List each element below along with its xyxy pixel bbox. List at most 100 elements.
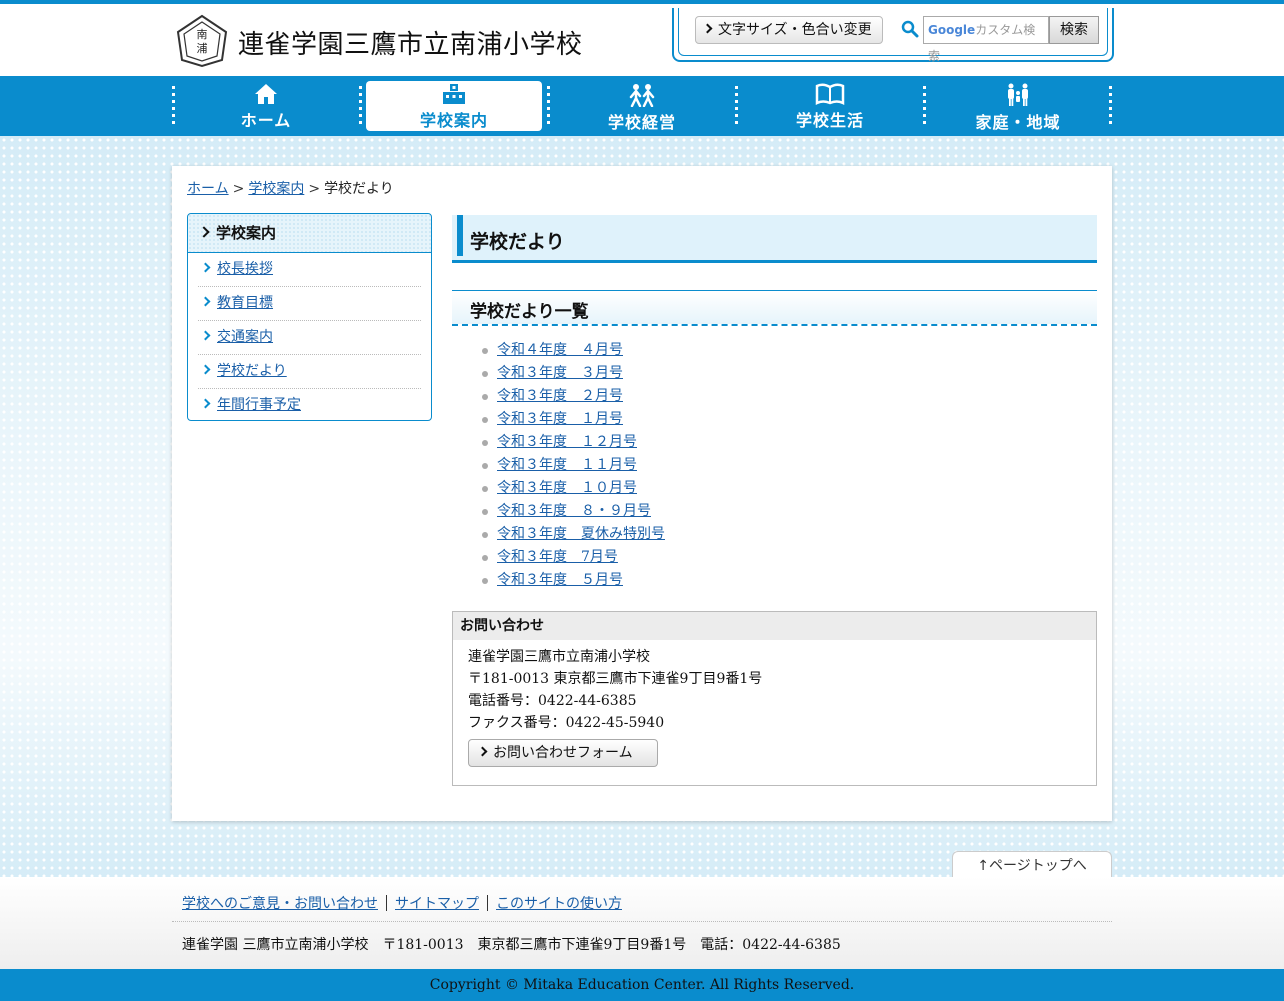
newsletter-link[interactable]: 令和３年度 7月号 xyxy=(497,549,618,565)
sidebar-link[interactable]: 校長挨拶 xyxy=(217,261,273,277)
search-icon xyxy=(901,20,919,38)
sidebar-item-newsletter: 学校だより xyxy=(198,355,421,389)
font-color-settings-button[interactable]: 文字サイズ・色合い変更 xyxy=(695,16,883,44)
nav-home-community-label: 家庭・地域 xyxy=(975,113,1061,132)
people-icon xyxy=(629,84,655,107)
chevron-right-icon xyxy=(200,364,211,375)
nav-home[interactable]: ホーム xyxy=(178,81,354,131)
nav-separator xyxy=(923,86,926,126)
sidebar-link[interactable]: 交通案内 xyxy=(217,329,273,345)
nav-school-info[interactable]: 学校案内 xyxy=(366,81,542,131)
content-panel: ホーム > 学校案内 > 学校だより 学校案内 校長挨拶 教育目標 交通案内 学校だより… xyxy=(172,166,1112,821)
nav-separator xyxy=(172,86,175,126)
sidebar-item-education-goals: 教育目標 xyxy=(198,287,421,321)
footer-link-feedback[interactable]: 学校へのご意見・お問い合わせ xyxy=(182,896,378,912)
logo-char-2: 浦 xyxy=(197,42,208,55)
page-title-box: 学校だより xyxy=(452,215,1097,263)
breadcrumb: ホーム > 学校案内 > 学校だより xyxy=(187,178,394,198)
sidebar-heading[interactable]: 学校案内 xyxy=(188,214,431,253)
sidebar-nav: 学校案内 校長挨拶 教育目標 交通案内 学校だより 年間行事予定 xyxy=(187,213,432,421)
newsletter-link[interactable]: 令和３年度 １０月号 xyxy=(497,480,637,496)
list-item: 令和３年度 １０月号 xyxy=(482,477,665,500)
contact-form-button[interactable]: お問い合わせフォーム xyxy=(468,739,658,767)
list-item: 令和３年度 ５月号 xyxy=(482,569,665,592)
sidebar-list: 校長挨拶 教育目標 交通案内 学校だより 年間行事予定 xyxy=(188,253,431,422)
list-item: 令和３年度 ８・９月号 xyxy=(482,500,665,523)
sidebar-item-annual-events: 年間行事予定 xyxy=(198,389,421,422)
sidebar-link[interactable]: 学校だより xyxy=(217,363,287,379)
logo-char-1: 南 xyxy=(197,28,208,41)
nav-school-life-label: 学校生活 xyxy=(795,111,864,130)
nav-school-life[interactable]: 学校生活 xyxy=(742,81,918,131)
nav-separator xyxy=(735,86,738,126)
contact-box: お問い合わせ 連雀学園三鷹市立南浦小学校 〒181-0013 東京都三鷹市下連雀… xyxy=(452,611,1097,786)
sidebar-link[interactable]: 教育目標 xyxy=(217,295,273,311)
newsletter-link[interactable]: 令和３年度 ８・９月号 xyxy=(497,503,651,519)
contact-name: 連雀学園三鷹市立南浦小学校 xyxy=(468,649,650,665)
newsletter-link[interactable]: 令和３年度 １月号 xyxy=(497,411,623,427)
contact-body: 連雀学園三鷹市立南浦小学校 〒181-0013 東京都三鷹市下連雀9丁目9番1号… xyxy=(453,640,1096,767)
global-nav: ホーム 学校案内 学校経営 学校生活 家庭・地域 xyxy=(0,76,1284,136)
google-brand: Google xyxy=(928,23,976,37)
footer-link-divider xyxy=(386,895,387,911)
footer-address: 連雀学園 三鷹市立南浦小学校 〒181-0013 東京都三鷹市下連雀9丁目9番1… xyxy=(182,937,841,953)
breadcrumb-parent-link[interactable]: 学校案内 xyxy=(248,181,304,197)
section-title-box: 学校だより一覧 xyxy=(452,290,1097,326)
search-input[interactable]: Googleカスタム検索 xyxy=(923,16,1049,63)
nav-separator xyxy=(1109,86,1112,126)
nav-home-label: ホーム xyxy=(240,111,292,130)
utility-panel-inner: 文字サイズ・色合い変更 Googleカスタム検索 検索 xyxy=(678,8,1108,63)
nav-school-management[interactable]: 学校経営 xyxy=(554,81,730,132)
nav-school-management-label: 学校経営 xyxy=(607,113,676,132)
newsletter-link[interactable]: 令和４年度 ４月号 xyxy=(497,342,623,358)
site-header: 南 浦 連雀学園三鷹市立南浦小学校 文字サイズ・色合い変更 Googleカスタム… xyxy=(0,4,1284,76)
chevron-right-icon xyxy=(198,226,210,238)
list-item: 令和３年度 １２月号 xyxy=(482,431,665,454)
contact-address: 〒181-0013 東京都三鷹市下連雀9丁目9番1号 xyxy=(468,671,763,687)
footer-links: 学校へのご意見・お問い合わせ サイトマップ このサイトの使い方 xyxy=(182,893,622,913)
newsletter-link[interactable]: 令和３年度 ３月号 xyxy=(497,365,623,381)
font-color-settings-label: 文字サイズ・色合い変更 xyxy=(718,22,872,38)
school-logo[interactable]: 南 浦 xyxy=(174,14,230,68)
nav-home-community[interactable]: 家庭・地域 xyxy=(930,81,1106,132)
chevron-right-icon xyxy=(200,296,211,307)
sidebar-item-principal-greeting: 校長挨拶 xyxy=(198,253,421,287)
chevron-right-icon xyxy=(200,398,211,409)
list-item: 令和３年度 7月号 xyxy=(482,546,665,569)
newsletter-link[interactable]: 令和３年度 ２月号 xyxy=(497,388,623,404)
nav-school-info-label: 学校案内 xyxy=(419,111,488,130)
chevron-right-icon xyxy=(702,23,713,34)
copyright-bar: Copyright © Mitaka Education Center. All… xyxy=(0,969,1284,1001)
contact-phone: 電話番号：0422-44-6385 xyxy=(468,693,637,709)
newsletter-link[interactable]: 令和３年度 １２月号 xyxy=(497,434,637,450)
section-title: 学校だより一覧 xyxy=(470,302,589,322)
contact-heading: お問い合わせ xyxy=(453,612,1096,640)
chevron-right-icon xyxy=(200,330,211,341)
newsletter-link[interactable]: 令和３年度 夏休み特別号 xyxy=(497,526,665,542)
list-item: 令和３年度 ２月号 xyxy=(482,385,665,408)
newsletter-list: 令和４年度 ４月号 令和３年度 ３月号 令和３年度 ２月号 令和３年度 １月号 … xyxy=(482,339,665,592)
footer-link-usage[interactable]: このサイトの使い方 xyxy=(496,896,622,912)
school-building-icon xyxy=(443,84,465,104)
home-icon xyxy=(255,84,277,104)
contact-form-label: お問い合わせフォーム xyxy=(493,745,633,761)
sidebar-item-access: 交通案内 xyxy=(198,321,421,355)
footer-link-sitemap[interactable]: サイトマップ xyxy=(395,896,479,912)
breadcrumb-separator: > xyxy=(308,181,321,197)
search-button[interactable]: 検索 xyxy=(1049,16,1099,44)
newsletter-link[interactable]: 令和３年度 ５月号 xyxy=(497,572,623,588)
newsletter-link[interactable]: 令和３年度 １１月号 xyxy=(497,457,637,473)
utility-panel: 文字サイズ・色合い変更 Googleカスタム検索 検索 xyxy=(672,8,1114,63)
list-item: 令和４年度 ４月号 xyxy=(482,339,665,362)
page-top-button[interactable]: ↑ページトップへ xyxy=(952,851,1112,878)
list-item: 令和３年度 夏休み特別号 xyxy=(482,523,665,546)
nav-separator xyxy=(359,86,362,126)
sidebar-link[interactable]: 年間行事予定 xyxy=(217,397,301,413)
list-item: 令和３年度 ３月号 xyxy=(482,362,665,385)
footer-divider xyxy=(172,921,1112,922)
site-title[interactable]: 連雀学園三鷹市立南浦小学校 xyxy=(238,24,583,61)
breadcrumb-current: 学校だより xyxy=(324,181,394,197)
nav-separator xyxy=(547,86,550,126)
page-title: 学校だより xyxy=(470,231,565,253)
breadcrumb-home-link[interactable]: ホーム xyxy=(187,181,229,197)
